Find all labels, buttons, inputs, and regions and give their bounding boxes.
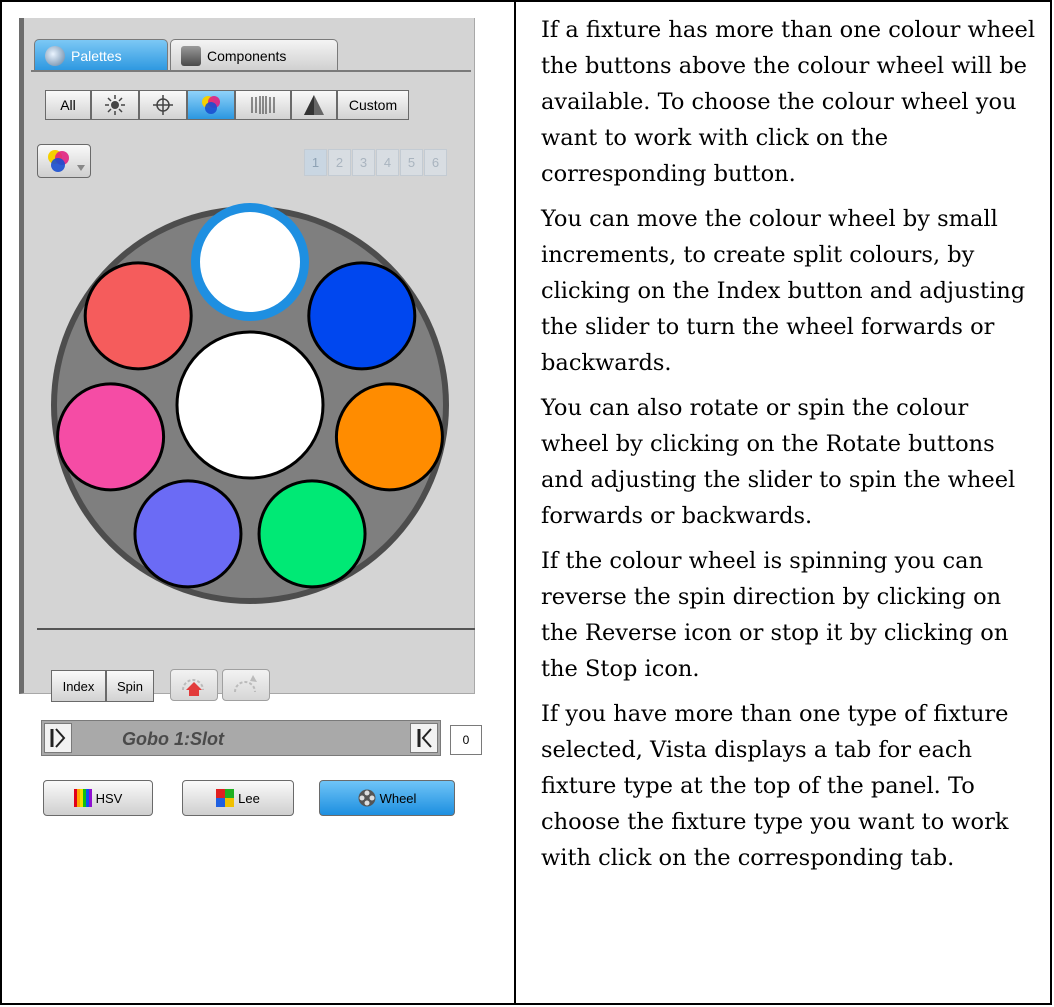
reverse-rotate-button[interactable] xyxy=(170,669,218,701)
beam-icon xyxy=(251,96,275,114)
brightness-icon xyxy=(105,95,125,115)
paragraph-index: You can move the colour wheel by small i… xyxy=(541,206,1026,376)
reverse-rotate-icon xyxy=(182,679,204,696)
hsv-mode-button[interactable]: HSV xyxy=(43,780,153,816)
spin-label: Spin xyxy=(116,678,144,694)
index-button[interactable]: Index xyxy=(51,670,106,702)
tab-palettes[interactable]: Palettes xyxy=(34,39,168,71)
lee-icon xyxy=(216,789,235,807)
colour-slot-pink[interactable] xyxy=(56,382,166,492)
wheel-button-4[interactable]: 4 xyxy=(376,149,399,176)
wheel-icon xyxy=(358,789,376,807)
slider-start-cap[interactable] xyxy=(44,723,72,753)
colour-icon xyxy=(202,96,220,114)
lee-label: Lee xyxy=(238,790,260,806)
colour-slot-green[interactable] xyxy=(257,479,367,589)
wheel-mode-button[interactable]: Wheel xyxy=(319,780,455,816)
filter-custom-label: Custom xyxy=(348,97,398,113)
filter-all-button[interactable]: All xyxy=(45,90,91,120)
wheel-label: Wheel xyxy=(379,790,417,806)
slider-value-field[interactable]: 0 xyxy=(450,725,482,755)
paragraph-rotate: You can also rotate or spin the colour w… xyxy=(541,395,1016,529)
column-divider xyxy=(514,0,516,1005)
wheel-button-1[interactable]: 1 xyxy=(304,149,327,176)
wheel-button-2[interactable]: 2 xyxy=(328,149,351,176)
attribute-filter-bar: All Custom xyxy=(45,90,475,122)
colour-slot-blue[interactable] xyxy=(307,261,417,371)
skip-start-icon xyxy=(50,728,66,748)
chevron-down-icon xyxy=(77,165,85,171)
position-icon xyxy=(153,95,173,115)
slider-label: Gobo 1:Slot xyxy=(122,729,224,749)
filter-all-label: All xyxy=(60,97,76,113)
wheel-button-5[interactable]: 5 xyxy=(400,149,423,176)
tab-label: Components xyxy=(207,47,287,64)
spin-button[interactable]: Spin xyxy=(106,670,154,702)
filter-colour-button[interactable] xyxy=(187,90,235,120)
separator xyxy=(37,628,475,630)
hsv-icon xyxy=(73,789,92,807)
tab-label: Palettes xyxy=(71,47,122,64)
stop-rotate-button[interactable] xyxy=(222,669,270,701)
filter-custom-button[interactable]: Custom xyxy=(337,90,409,120)
components-icon xyxy=(181,45,201,66)
tab-baseline xyxy=(31,70,471,72)
hsv-label: HSV xyxy=(95,790,123,806)
slider-value: 0 xyxy=(462,733,470,747)
paragraph-fixture-tabs: If you have more than one type of fixtur… xyxy=(541,701,1009,871)
attribute-slider[interactable]: Gobo 1:Slot xyxy=(41,720,441,756)
filter-shape-button[interactable] xyxy=(291,90,337,120)
colour-slot-red[interactable] xyxy=(83,261,193,371)
palette-icon xyxy=(45,45,65,66)
shape-icon xyxy=(304,95,324,115)
colour-slot-white[interactable] xyxy=(200,212,300,312)
skip-end-icon xyxy=(417,728,432,748)
filter-beam-button[interactable] xyxy=(235,90,291,120)
lee-mode-button[interactable]: Lee xyxy=(182,780,294,816)
paragraph-wheel-buttons: If a fixture has more than one colour wh… xyxy=(541,17,1036,187)
colour-panel-screenshot: Palettes Components All Custom 1 2 3 4 5… xyxy=(19,18,482,816)
slider-end-cap[interactable] xyxy=(410,723,438,753)
tab-components[interactable]: Components xyxy=(170,39,338,71)
stop-rotate-icon xyxy=(234,675,257,693)
paragraph-reverse: If the colour wheel is spinning you can … xyxy=(541,548,1009,682)
index-label: Index xyxy=(62,678,95,694)
filter-brightness-button[interactable] xyxy=(91,90,139,120)
wheel-button-6[interactable]: 6 xyxy=(424,149,447,176)
colour-wheel xyxy=(51,203,449,604)
wheel-button-3[interactable]: 3 xyxy=(352,149,375,176)
filter-position-button[interactable] xyxy=(139,90,187,120)
colour-slot-orange[interactable] xyxy=(334,382,444,492)
colour-dropdown-button[interactable] xyxy=(37,144,91,178)
explanation-text: If a fixture has more than one colour wh… xyxy=(541,12,1041,885)
colour-slot-lavender[interactable] xyxy=(133,479,243,589)
wheel-center xyxy=(175,330,325,480)
